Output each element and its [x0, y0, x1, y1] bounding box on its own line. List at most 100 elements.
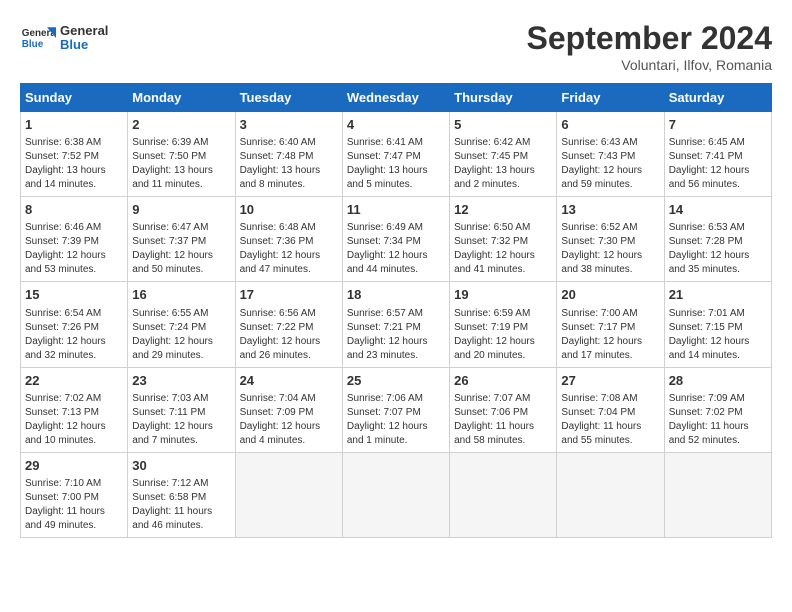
day-number: 14: [669, 201, 767, 219]
week-row-4: 22 Sunrise: 7:02 AMSunset: 7:13 PMDayligh…: [21, 367, 772, 452]
day-number: 8: [25, 201, 123, 219]
calendar-cell: 18 Sunrise: 6:57 AMSunset: 7:21 PMDayligh…: [342, 282, 449, 367]
day-number: 16: [132, 286, 230, 304]
day-number: 27: [561, 372, 659, 390]
day-info: Sunrise: 7:09 AMSunset: 7:02 PMDaylight:…: [669, 392, 767, 448]
logo-icon: General Blue: [20, 20, 56, 56]
day-info: Sunrise: 7:04 AMSunset: 7:09 PMDaylight:…: [240, 392, 338, 448]
weekday-header-saturday: Saturday: [664, 84, 771, 112]
day-info: Sunrise: 6:56 AMSunset: 7:22 PMDaylight:…: [240, 307, 338, 363]
calendar-cell: 8Sunrise: 6:46 AMSunset: 7:39 PMDaylight…: [21, 197, 128, 282]
day-number: 9: [132, 201, 230, 219]
day-info: Sunrise: 6:57 AMSunset: 7:21 PMDaylight:…: [347, 307, 445, 363]
calendar-cell: 27 Sunrise: 7:08 AMSunset: 7:04 PMDayligh…: [557, 367, 664, 452]
day-info: Sunrise: 6:49 AMSunset: 7:34 PMDaylight:…: [347, 221, 445, 277]
day-number: 1: [25, 116, 123, 134]
calendar-cell: 24 Sunrise: 7:04 AMSunset: 7:09 PMDayligh…: [235, 367, 342, 452]
weekday-header-sunday: Sunday: [21, 84, 128, 112]
weekday-header-monday: Monday: [128, 84, 235, 112]
week-row-2: 8Sunrise: 6:46 AMSunset: 7:39 PMDaylight…: [21, 197, 772, 282]
day-info: Sunrise: 7:00 AMSunset: 7:17 PMDaylight:…: [561, 307, 659, 363]
day-info: Sunrise: 7:02 AMSunset: 7:13 PMDaylight:…: [25, 392, 123, 448]
day-info: Sunrise: 6:47 AMSunset: 7:37 PMDaylight:…: [132, 221, 230, 277]
day-info: Sunrise: 6:52 AMSunset: 7:30 PMDaylight:…: [561, 221, 659, 277]
day-number: 30: [132, 457, 230, 475]
day-info: Sunrise: 6:39 AMSunset: 7:50 PMDaylight:…: [132, 136, 230, 192]
day-number: 13: [561, 201, 659, 219]
calendar-cell: 28 Sunrise: 7:09 AMSunset: 7:02 PMDayligh…: [664, 367, 771, 452]
day-number: 11: [347, 201, 445, 219]
month-title: September 2024: [527, 20, 772, 57]
day-info: Sunrise: 6:50 AMSunset: 7:32 PMDaylight:…: [454, 221, 552, 277]
weekday-header-wednesday: Wednesday: [342, 84, 449, 112]
title-block: September 2024 Voluntari, Ilfov, Romania: [527, 20, 772, 73]
logo-blue: Blue: [60, 37, 88, 52]
logo: General Blue General Blue: [20, 20, 108, 56]
page-header: General Blue General Blue September 2024…: [20, 20, 772, 73]
day-number: 21: [669, 286, 767, 304]
calendar-cell: 15 Sunrise: 6:54 AMSunset: 7:26 PMDayligh…: [21, 282, 128, 367]
day-info: Sunrise: 7:12 AMSunset: 6:58 PMDaylight:…: [132, 477, 230, 533]
week-row-3: 15 Sunrise: 6:54 AMSunset: 7:26 PMDayligh…: [21, 282, 772, 367]
day-info: Sunrise: 6:43 AMSunset: 7:43 PMDaylight:…: [561, 136, 659, 192]
day-number: 15: [25, 286, 123, 304]
day-info: Sunrise: 7:06 AMSunset: 7:07 PMDaylight:…: [347, 392, 445, 448]
day-info: Sunrise: 6:59 AMSunset: 7:19 PMDaylight:…: [454, 307, 552, 363]
calendar-cell: 30 Sunrise: 7:12 AMSunset: 6:58 PMDayligh…: [128, 452, 235, 537]
day-number: 2: [132, 116, 230, 134]
week-row-1: 1 Sunrise: 6:38 AMSunset: 7:52 PMDaylight…: [21, 112, 772, 197]
day-info: Sunrise: 6:40 AMSunset: 7:48 PMDaylight:…: [240, 136, 338, 192]
calendar-cell: 12Sunrise: 6:50 AMSunset: 7:32 PMDayligh…: [450, 197, 557, 282]
calendar-cell: [557, 452, 664, 537]
day-number: 3: [240, 116, 338, 134]
calendar-cell: 20 Sunrise: 7:00 AMSunset: 7:17 PMDayligh…: [557, 282, 664, 367]
calendar-cell: 21 Sunrise: 7:01 AMSunset: 7:15 PMDayligh…: [664, 282, 771, 367]
day-number: 5: [454, 116, 552, 134]
day-info: Sunrise: 7:08 AMSunset: 7:04 PMDaylight:…: [561, 392, 659, 448]
weekday-header-tuesday: Tuesday: [235, 84, 342, 112]
calendar-cell: 11 Sunrise: 6:49 AMSunset: 7:34 PMDayligh…: [342, 197, 449, 282]
day-info: Sunrise: 7:10 AMSunset: 7:00 PMDaylight:…: [25, 477, 123, 533]
calendar-cell: 10Sunrise: 6:48 AMSunset: 7:36 PMDayligh…: [235, 197, 342, 282]
calendar-cell: 26Sunrise: 7:07 AMSunset: 7:06 PMDayligh…: [450, 367, 557, 452]
calendar-cell: [235, 452, 342, 537]
calendar-cell: 29 Sunrise: 7:10 AMSunset: 7:00 PMDayligh…: [21, 452, 128, 537]
day-number: 23: [132, 372, 230, 390]
day-number: 10: [240, 201, 338, 219]
calendar-cell: 25 Sunrise: 7:06 AMSunset: 7:07 PMDayligh…: [342, 367, 449, 452]
day-info: Sunrise: 6:42 AMSunset: 7:45 PMDaylight:…: [454, 136, 552, 192]
calendar-table: SundayMondayTuesdayWednesdayThursdayFrid…: [20, 83, 772, 538]
day-number: 22: [25, 372, 123, 390]
day-number: 29: [25, 457, 123, 475]
day-info: Sunrise: 7:03 AMSunset: 7:11 PMDaylight:…: [132, 392, 230, 448]
day-info: Sunrise: 6:45 AMSunset: 7:41 PMDaylight:…: [669, 136, 767, 192]
calendar-cell: 16Sunrise: 6:55 AMSunset: 7:24 PMDayligh…: [128, 282, 235, 367]
day-info: Sunrise: 6:38 AMSunset: 7:52 PMDaylight:…: [25, 136, 123, 192]
calendar-cell: 2 Sunrise: 6:39 AMSunset: 7:50 PMDaylight…: [128, 112, 235, 197]
weekday-header-thursday: Thursday: [450, 84, 557, 112]
day-number: 6: [561, 116, 659, 134]
day-number: 19: [454, 286, 552, 304]
day-info: Sunrise: 7:01 AMSunset: 7:15 PMDaylight:…: [669, 307, 767, 363]
day-number: 28: [669, 372, 767, 390]
calendar-cell: 5 Sunrise: 6:42 AMSunset: 7:45 PMDaylight…: [450, 112, 557, 197]
day-info: Sunrise: 6:54 AMSunset: 7:26 PMDaylight:…: [25, 307, 123, 363]
calendar-cell: 7Sunrise: 6:45 AMSunset: 7:41 PMDaylight…: [664, 112, 771, 197]
calendar-cell: 17 Sunrise: 6:56 AMSunset: 7:22 PMDayligh…: [235, 282, 342, 367]
logo-general: General: [60, 23, 108, 38]
calendar-cell: 6 Sunrise: 6:43 AMSunset: 7:43 PMDaylight…: [557, 112, 664, 197]
day-number: 24: [240, 372, 338, 390]
calendar-cell: [450, 452, 557, 537]
day-number: 20: [561, 286, 659, 304]
day-number: 17: [240, 286, 338, 304]
day-info: Sunrise: 7:07 AMSunset: 7:06 PMDaylight:…: [454, 392, 552, 448]
week-row-5: 29 Sunrise: 7:10 AMSunset: 7:00 PMDayligh…: [21, 452, 772, 537]
calendar-cell: 22 Sunrise: 7:02 AMSunset: 7:13 PMDayligh…: [21, 367, 128, 452]
day-number: 18: [347, 286, 445, 304]
day-number: 25: [347, 372, 445, 390]
calendar-cell: 13 Sunrise: 6:52 AMSunset: 7:30 PMDayligh…: [557, 197, 664, 282]
calendar-cell: 4Sunrise: 6:41 AMSunset: 7:47 PMDaylight…: [342, 112, 449, 197]
location-subtitle: Voluntari, Ilfov, Romania: [527, 57, 772, 73]
calendar-cell: 23 Sunrise: 7:03 AMSunset: 7:11 PMDayligh…: [128, 367, 235, 452]
calendar-cell: 9 Sunrise: 6:47 AMSunset: 7:37 PMDaylight…: [128, 197, 235, 282]
